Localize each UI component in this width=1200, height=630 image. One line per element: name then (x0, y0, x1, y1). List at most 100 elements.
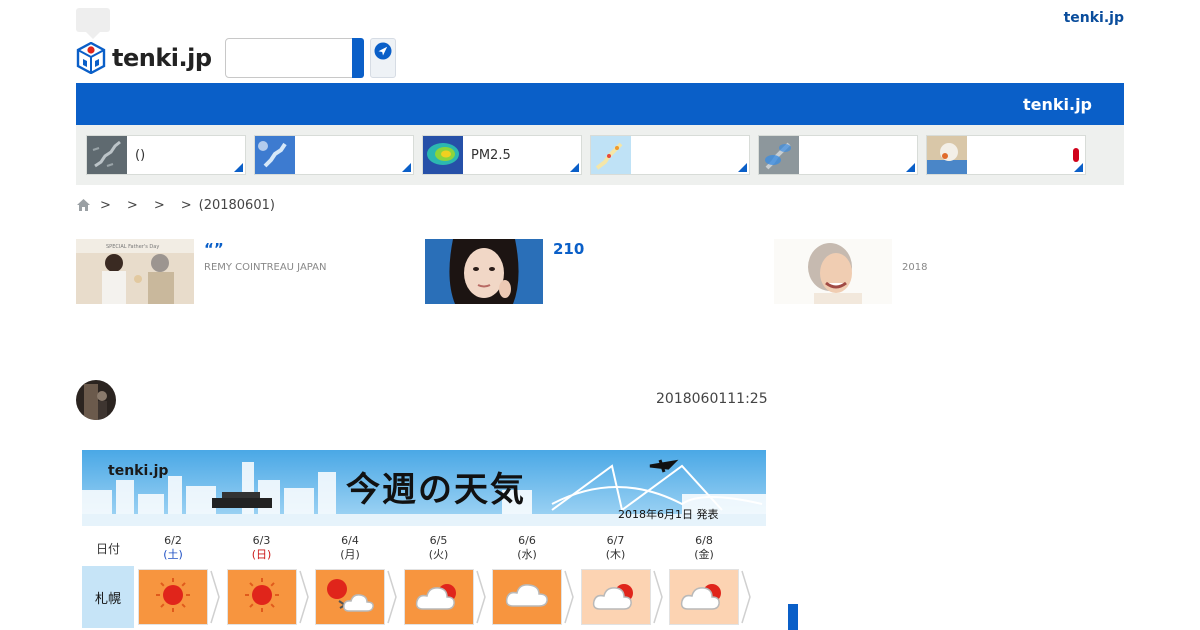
forecast-weather-cell (403, 569, 474, 625)
forecast-weather-cell (226, 569, 297, 625)
chevron-right-icon (741, 569, 751, 625)
weather-image-title: 今週の天気 (346, 470, 526, 510)
locate-button[interactable] (370, 38, 396, 78)
forecast-date: 6/4 (341, 534, 359, 547)
cloudy-sometimes-sunny-icon (680, 577, 728, 617)
expand-corner-icon (738, 163, 747, 172)
expand-corner-icon (906, 163, 915, 172)
chevron-right-icon (475, 569, 486, 625)
expand-corner-icon (570, 163, 579, 172)
chevron-right-icon (387, 569, 397, 625)
forecast-day-header: 6/3 (日) (237, 534, 287, 562)
forecast-weekday: (月) (340, 548, 360, 561)
satellite-map-icon (255, 136, 295, 174)
search-input[interactable] (225, 38, 353, 78)
forecast-weekday: (木) (605, 548, 626, 561)
pm25-map-icon (423, 136, 463, 174)
map-tile-satellite[interactable] (254, 135, 414, 175)
map-tile-heatstroke[interactable] (926, 135, 1086, 175)
forecast-weekday: (火) (428, 548, 449, 561)
chevron-right-icon (210, 569, 220, 625)
sunny-then-cloudy-icon (323, 575, 377, 619)
sidebar-accent-bar (788, 604, 798, 630)
sunny-icon (244, 577, 280, 617)
promo-image-1[interactable]: SPECIAL Father's Day (76, 239, 194, 304)
promo-sponsor-1: REMY COINTREAU JAPAN (204, 262, 327, 273)
forecast-weather-cell (492, 569, 562, 625)
forecast-weekday: (日) (251, 548, 272, 561)
site-logo[interactable]: tenki.jp (76, 42, 212, 74)
breadcrumb-separator: > (153, 197, 165, 213)
map-tile-bar: () PM2.5 (76, 125, 1124, 185)
search-button[interactable] (352, 38, 364, 78)
promo-image-3[interactable] (774, 239, 892, 304)
forecast-date: 6/3 (252, 534, 271, 547)
tenki-cube-icon (76, 42, 106, 74)
breadcrumb: > > > > (20180601) (76, 197, 275, 213)
breadcrumb-current: (20180601) (198, 197, 275, 213)
cloudy-sometimes-sunny-icon (415, 577, 463, 617)
forecast-weather-cell (669, 569, 739, 625)
sunny-icon (155, 577, 191, 617)
promo-image-caption: SPECIAL Father's Day (106, 244, 160, 250)
weekly-weather-image: tenki.jp 今週の天気 2018年6月1日 発表 日付 札幌 6/2 (土)… (82, 450, 766, 630)
heatstroke-icon (927, 136, 967, 174)
weather-image-logo: tenki.jp (108, 463, 169, 479)
city-label: 札幌 (82, 566, 134, 628)
map-tile-radar[interactable] (758, 135, 918, 175)
logo-wordmark: tenki.jp (112, 44, 212, 72)
forecast-date: 6/6 (518, 534, 536, 547)
map-tile-warning[interactable] (590, 135, 750, 175)
cloudy-icon (505, 580, 549, 614)
forecast-weather-cell (580, 569, 651, 625)
top-site-link[interactable]: tenki.jp (1064, 10, 1124, 26)
forecast-day-header: 6/7 (木) (591, 534, 641, 562)
forecast-weather-cell (315, 569, 385, 625)
chevron-right-icon (652, 569, 663, 625)
map-tile-label: PM2.5 (471, 148, 511, 163)
cloudy-sometimes-sunny-icon (592, 577, 640, 617)
expand-corner-icon (234, 163, 243, 172)
breadcrumb-separator: > (126, 197, 138, 213)
promo-title-2[interactable]: 210 (553, 240, 584, 258)
global-nav-bar: tenki.jp (76, 83, 1124, 125)
warning-map-icon (591, 136, 631, 174)
chevron-right-icon (564, 569, 574, 625)
forecast-weekday: (金) (694, 548, 714, 561)
breadcrumb-separator: > (180, 197, 192, 213)
map-tile-pm25[interactable]: PM2.5 (422, 135, 582, 175)
expand-corner-icon (1074, 163, 1083, 172)
nav-bar-title[interactable]: tenki.jp (1023, 95, 1092, 114)
alert-indicator (1073, 148, 1079, 162)
promo-title-1[interactable]: “” (204, 240, 224, 258)
forecast-date: 6/2 (164, 534, 182, 547)
map-tile-label: () (135, 148, 146, 163)
speech-bubble-icon (76, 8, 110, 39)
author-avatar[interactable] (76, 380, 116, 420)
forecast-day-header: 6/6 (水) (502, 534, 552, 562)
weekly-forecast-grid: 日付 札幌 6/2 (土) 6/3 (日) 6/4 (月) 6/5 (火) 6/6 (水) 6/7(… (82, 532, 766, 630)
japan-map-icon (87, 136, 127, 174)
location-arrow-icon (374, 42, 392, 60)
promo-image-2[interactable] (425, 239, 543, 304)
forecast-date: 6/8 (695, 534, 713, 547)
forecast-weekday: (土) (163, 548, 183, 561)
forecast-day-header: 6/5 (火) (414, 534, 464, 562)
date-column-header: 日付 (96, 542, 121, 556)
home-icon[interactable] (76, 198, 91, 212)
map-tile-japan[interactable]: () (86, 135, 246, 175)
forecast-date: 6/7 (606, 534, 625, 547)
forecast-weather-cell (138, 569, 208, 625)
chevron-right-icon (298, 569, 309, 625)
breadcrumb-separator: > (100, 197, 111, 213)
forecast-day-header: 6/8 (金) (679, 534, 729, 562)
expand-corner-icon (402, 163, 411, 172)
forecast-day-header: 6/4 (月) (325, 534, 375, 562)
forecast-weekday: (水) (517, 548, 537, 561)
forecast-date: 6/5 (429, 534, 448, 547)
article-datetime: 2018060111:25 (656, 391, 768, 407)
promo-sponsor-3: 2018 (902, 262, 928, 273)
weather-image-header: tenki.jp 今週の天気 2018年6月1日 発表 (82, 450, 766, 526)
weather-issued-date: 2018年6月1日 発表 (618, 508, 719, 521)
rain-radar-icon (759, 136, 799, 174)
